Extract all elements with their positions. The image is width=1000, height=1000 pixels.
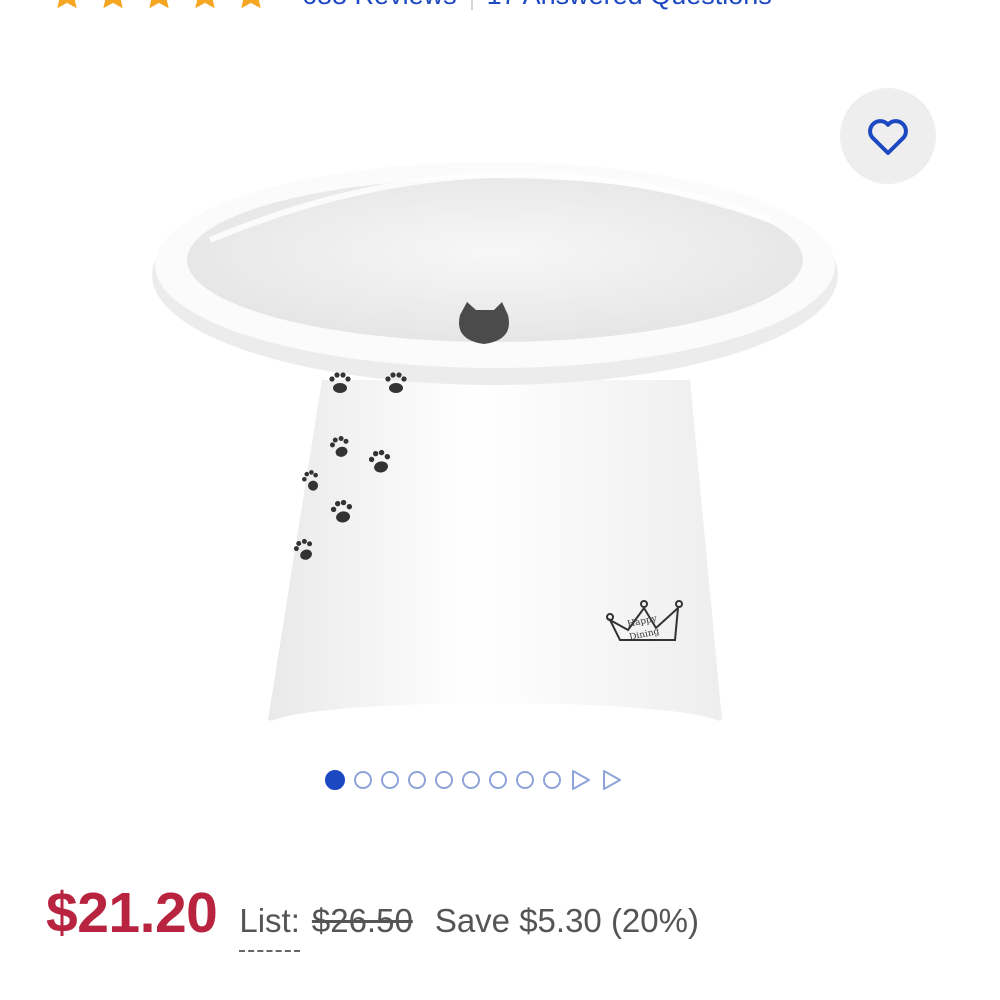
carousel-dot-active[interactable] xyxy=(325,770,345,790)
carousel-dot[interactable] xyxy=(462,771,480,789)
star-icon xyxy=(48,0,86,14)
product-detail-page: 688 Reviews 17 Answered Questions xyxy=(0,0,1000,1000)
divider xyxy=(470,0,473,10)
reviews-link[interactable]: 688 Reviews xyxy=(302,0,457,11)
answered-questions-link[interactable]: 17 Answered Questions xyxy=(487,0,772,11)
star-rating[interactable] xyxy=(48,0,270,14)
product-image[interactable]: Happy Dining xyxy=(150,80,850,750)
carousel-dot[interactable] xyxy=(516,771,534,789)
list-price-label[interactable]: List: xyxy=(239,902,300,952)
image-carousel-indicator xyxy=(325,766,623,794)
star-icon xyxy=(94,0,132,14)
next-icon[interactable] xyxy=(601,768,623,792)
sale-price: $21.20 xyxy=(46,881,218,945)
list-price: $26.50 xyxy=(311,902,413,939)
price-summary: $21.20 List: $26.50 Save $5.30 (20%) xyxy=(46,880,699,952)
carousel-dot[interactable] xyxy=(381,771,399,789)
carousel-dot[interactable] xyxy=(435,771,453,789)
add-to-favorites-button[interactable] xyxy=(840,88,936,184)
elevated-cat-bowl-image: Happy Dining xyxy=(152,162,838,747)
savings-text: Save $5.30 (20%) xyxy=(434,902,699,939)
carousel-dot[interactable] xyxy=(543,771,561,789)
next-icon[interactable] xyxy=(570,768,592,792)
star-icon xyxy=(232,0,270,14)
carousel-dot[interactable] xyxy=(354,771,372,789)
star-icon xyxy=(186,0,224,14)
carousel-dot[interactable] xyxy=(489,771,507,789)
star-icon xyxy=(140,0,178,14)
carousel-dot[interactable] xyxy=(408,771,426,789)
heart-outline-icon xyxy=(868,119,908,155)
rating-summary: 688 Reviews 17 Answered Questions xyxy=(48,0,772,12)
